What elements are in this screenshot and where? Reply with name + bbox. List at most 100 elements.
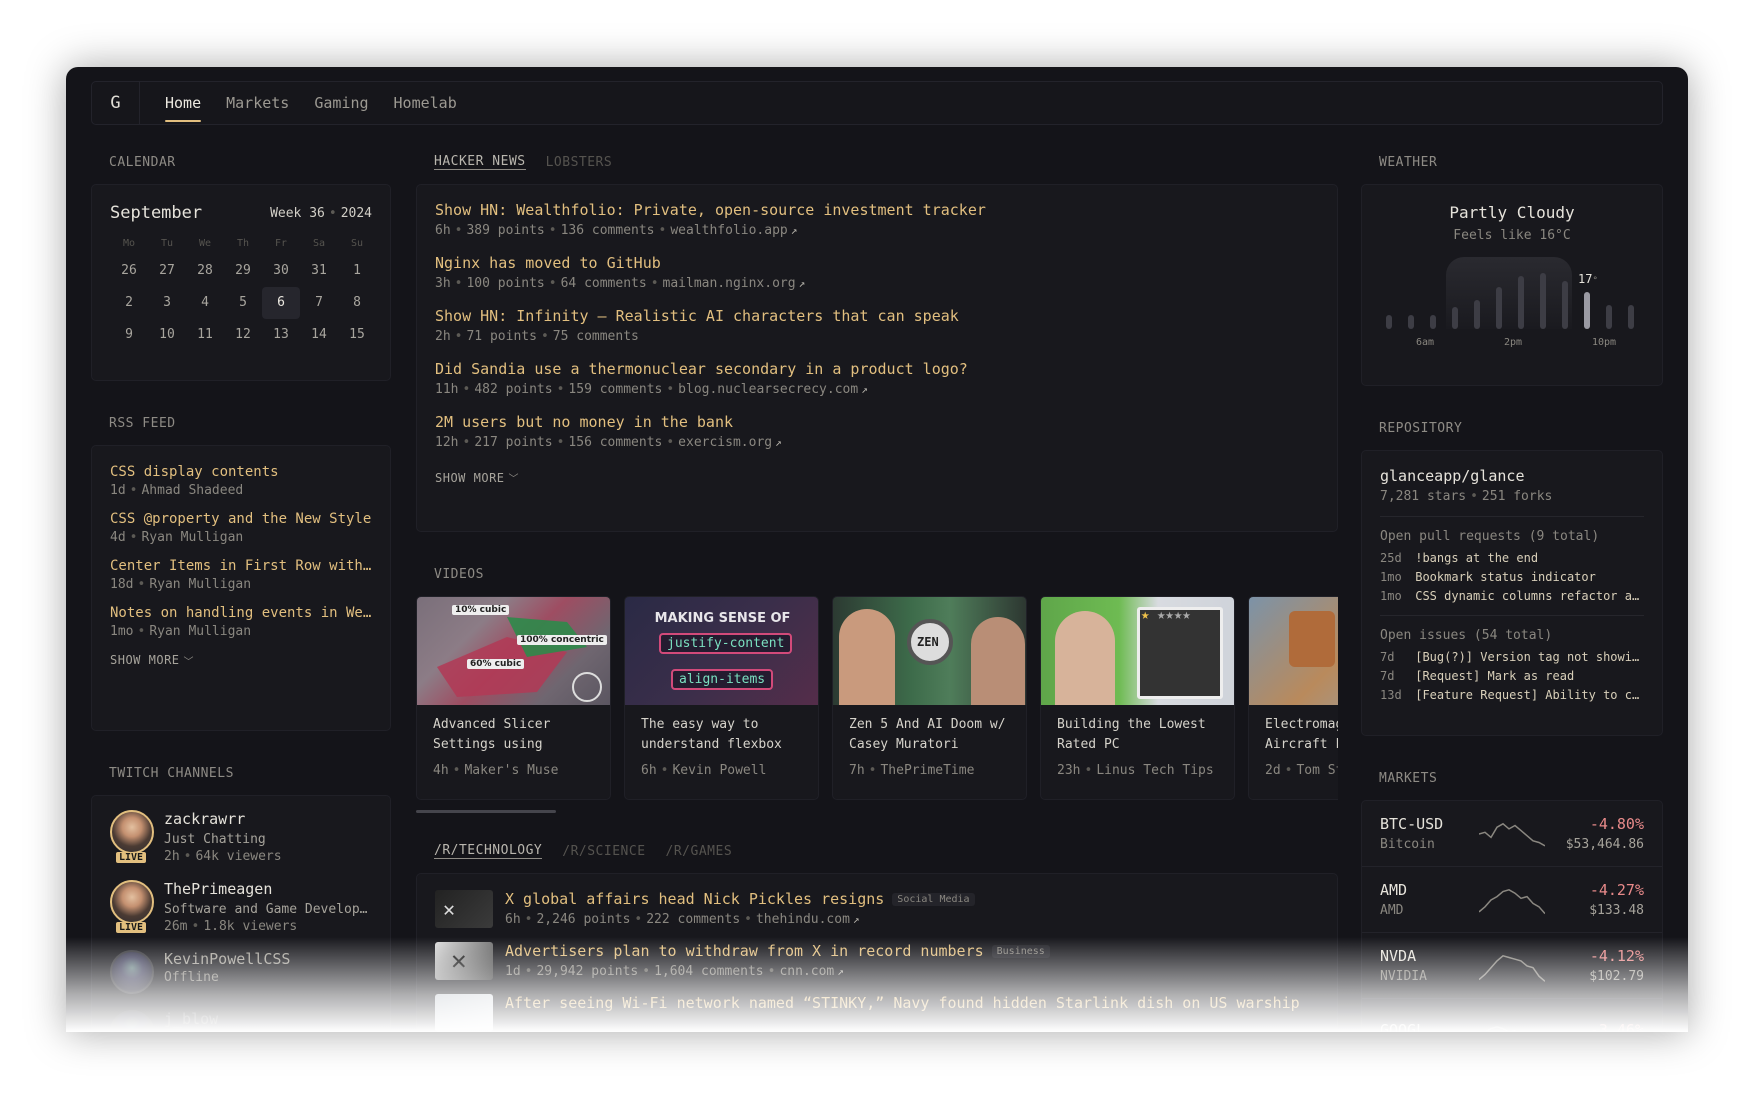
calendar-day[interactable]: 29 — [224, 255, 262, 287]
video-title[interactable]: Zen 5 And AI Doom w/ Casey Muratori — [833, 705, 1026, 755]
news-comments[interactable]: 156 comments — [568, 435, 662, 450]
issue-item[interactable]: 13d [Feature Request] Ability to change … — [1380, 688, 1644, 702]
market-symbol[interactable]: GOOGL — [1380, 1021, 1470, 1033]
post-thumbnail[interactable]: ✕ — [435, 890, 493, 928]
rss-item-title[interactable]: CSS display contents — [110, 464, 372, 480]
news-comments[interactable]: 75 comments — [553, 329, 639, 344]
market-row[interactable]: NVDA NVIDIA -4.12% $102.79 — [1362, 933, 1662, 999]
twitch-channel[interactable]: LIVE zackrawrr Just Chatting 2h • 64k viewers — [92, 810, 390, 864]
video-channel[interactable]: ThePrimeTime — [880, 763, 974, 778]
calendar-day[interactable]: 2 — [110, 287, 148, 319]
post-title[interactable]: Advertisers plan to withdraw from X in r… — [505, 942, 984, 960]
item-title[interactable]: CSS dynamic columns refactor and improve… — [1415, 589, 1644, 603]
nav-tab-gaming[interactable]: Gaming — [314, 82, 368, 124]
avatar[interactable] — [110, 810, 154, 854]
news-show-more-button[interactable]: SHOW MORE ﹀ — [435, 470, 519, 486]
calendar-day[interactable]: 1 — [338, 255, 376, 287]
rss-item-title[interactable]: Center Items in First Row with CSS Grid — [110, 558, 372, 574]
calendar-day[interactable]: 15 — [338, 319, 376, 351]
video-channel[interactable]: Tom Stanton — [1296, 763, 1338, 778]
twitch-channel-name[interactable]: ThePrimeagen — [164, 880, 369, 898]
news-domain[interactable]: blog.nuclearsecrecy.com — [678, 382, 858, 397]
news-domain[interactable]: exercism.org — [678, 435, 772, 450]
calendar-day[interactable]: 12 — [224, 319, 262, 351]
calendar-day[interactable]: 3 — [148, 287, 186, 319]
video-card[interactable]: ★ ★★★★ Building the Lowest Rated PC 23h • Lin… — [1040, 596, 1235, 800]
video-thumbnail[interactable]: MAKING SENSE OF justify-content align-item… — [625, 597, 818, 705]
rss-show-more-button[interactable]: SHOW MORE ﹀ — [110, 653, 194, 668]
market-row[interactable]: AMD AMD -4.27% $133.48 — [1362, 867, 1662, 933]
twitch-channel[interactable]: KevinPowellCSS Offline — [92, 950, 390, 994]
calendar-day[interactable]: 27 — [148, 255, 186, 287]
avatar[interactable] — [110, 950, 154, 994]
post-title[interactable]: After seeing Wi-Fi network named “STINKY… — [505, 994, 1300, 1012]
calendar-day[interactable]: 26 — [110, 255, 148, 287]
item-title[interactable]: !bangs at the end — [1415, 551, 1538, 565]
rss-item-title[interactable]: CSS @property and the New Style — [110, 511, 372, 527]
nav-tab-homelab[interactable]: Homelab — [394, 82, 457, 124]
twitch-channel-name[interactable]: zackrawrr — [164, 810, 369, 828]
tab-lobsters[interactable]: LOBSTERS — [546, 155, 613, 170]
calendar-today[interactable]: 6 — [262, 287, 300, 319]
pull-request-item[interactable]: 1mo Bookmark status indicator — [1380, 570, 1644, 584]
market-symbol[interactable]: NVDA — [1380, 947, 1470, 965]
calendar-day[interactable]: 11 — [186, 319, 224, 351]
pull-request-item[interactable]: 1mo CSS dynamic columns refactor and imp… — [1380, 589, 1644, 603]
rss-item-title[interactable]: Notes on handling events in Web Componen… — [110, 605, 372, 621]
item-title[interactable]: [Bug(?)] Version tag not showing for som… — [1415, 650, 1644, 664]
video-title[interactable]: The easy way to understand flexbox align… — [625, 705, 818, 755]
video-thumbnail[interactable]: ZEN — [833, 597, 1026, 705]
market-row[interactable]: BTC-USD Bitcoin -4.80% $53,464.86 — [1362, 801, 1662, 867]
news-comments[interactable]: 136 comments — [561, 223, 655, 238]
video-thumbnail[interactable]: 10% cubic 100% concentric 60% cubic — [417, 597, 610, 705]
video-card[interactable]: 10% cubic 100% concentric 60% cubic Advance… — [416, 596, 611, 800]
news-comments[interactable]: 64 comments — [561, 276, 647, 291]
market-symbol[interactable]: AMD — [1380, 881, 1470, 899]
market-symbol[interactable]: BTC-USD — [1380, 815, 1470, 833]
nav-tab-home[interactable]: Home — [165, 82, 202, 124]
calendar-day[interactable]: 9 — [110, 319, 148, 351]
calendar-day[interactable]: 13 — [262, 319, 300, 351]
calendar-day[interactable]: 14 — [300, 319, 338, 351]
issue-item[interactable]: 7d [Request] Mark as read — [1380, 669, 1644, 683]
video-card[interactable]: ZEN Zen 5 And AI Doom w/ Casey Muratori 7h… — [832, 596, 1027, 800]
post-comments[interactable]: 222 comments — [646, 912, 740, 927]
video-thumbnail[interactable]: ★ ★★★★ — [1041, 597, 1234, 705]
news-item-title[interactable]: 2M users but no money in the bank — [435, 413, 1319, 431]
post-thumbnail[interactable] — [435, 994, 493, 1032]
video-channel[interactable]: Linus Tech Tips — [1096, 763, 1213, 778]
calendar-day[interactable]: 31 — [300, 255, 338, 287]
news-item-title[interactable]: Show HN: Wealthfolio: Private, open-sour… — [435, 201, 1319, 219]
item-title[interactable]: [Feature Request] Ability to change widg… — [1415, 688, 1644, 702]
video-channel[interactable]: Maker's Muse — [464, 763, 558, 778]
item-title[interactable]: Bookmark status indicator — [1415, 570, 1596, 584]
twitch-channel[interactable]: j_blow — [92, 1010, 390, 1032]
news-domain[interactable]: mailman.nginx.org — [663, 276, 796, 291]
video-title[interactable]: Advanced Slicer Settings using Modifiers — [417, 705, 610, 755]
calendar-day[interactable]: 4 — [186, 287, 224, 319]
calendar-day[interactable]: 8 — [338, 287, 376, 319]
post-domain[interactable]: cnn.com — [779, 964, 834, 979]
calendar-day[interactable]: 28 — [186, 255, 224, 287]
video-channel[interactable]: Kevin Powell — [672, 763, 766, 778]
video-card[interactable]: MAKING SENSE OF justify-content align-item… — [624, 596, 819, 800]
repo-name[interactable]: glanceapp/glance — [1380, 467, 1644, 485]
video-title[interactable]: Electromagnetic Aircraft Launch — [1249, 705, 1338, 755]
tab-r-games[interactable]: /R/GAMES — [666, 844, 733, 859]
post-comments[interactable]: 1,604 comments — [654, 964, 764, 979]
video-title[interactable]: Building the Lowest Rated PC — [1041, 705, 1234, 755]
video-thumbnail[interactable] — [1249, 597, 1338, 705]
tab-hacker-news[interactable]: HACKER NEWS — [434, 154, 526, 170]
news-domain[interactable]: wealthfolio.app — [670, 223, 787, 238]
issue-item[interactable]: 7d [Bug(?)] Version tag not showing for … — [1380, 650, 1644, 664]
twitch-channel[interactable]: LIVE ThePrimeagen Software and Game Develo… — [92, 880, 390, 934]
app-logo[interactable]: G — [92, 82, 140, 124]
avatar[interactable] — [110, 1010, 154, 1032]
twitch-channel-name[interactable]: KevinPowellCSS — [164, 950, 290, 968]
news-item-title[interactable]: Nginx has moved to GitHub — [435, 254, 1319, 272]
news-item-title[interactable]: Show HN: Infinity – Realistic AI charact… — [435, 307, 1319, 325]
post-domain[interactable]: thehindu.com — [756, 912, 850, 927]
avatar[interactable] — [110, 880, 154, 924]
post-thumbnail[interactable]: ✕ — [435, 942, 493, 980]
post-title[interactable]: X global affairs head Nick Pickles resig… — [505, 890, 884, 908]
